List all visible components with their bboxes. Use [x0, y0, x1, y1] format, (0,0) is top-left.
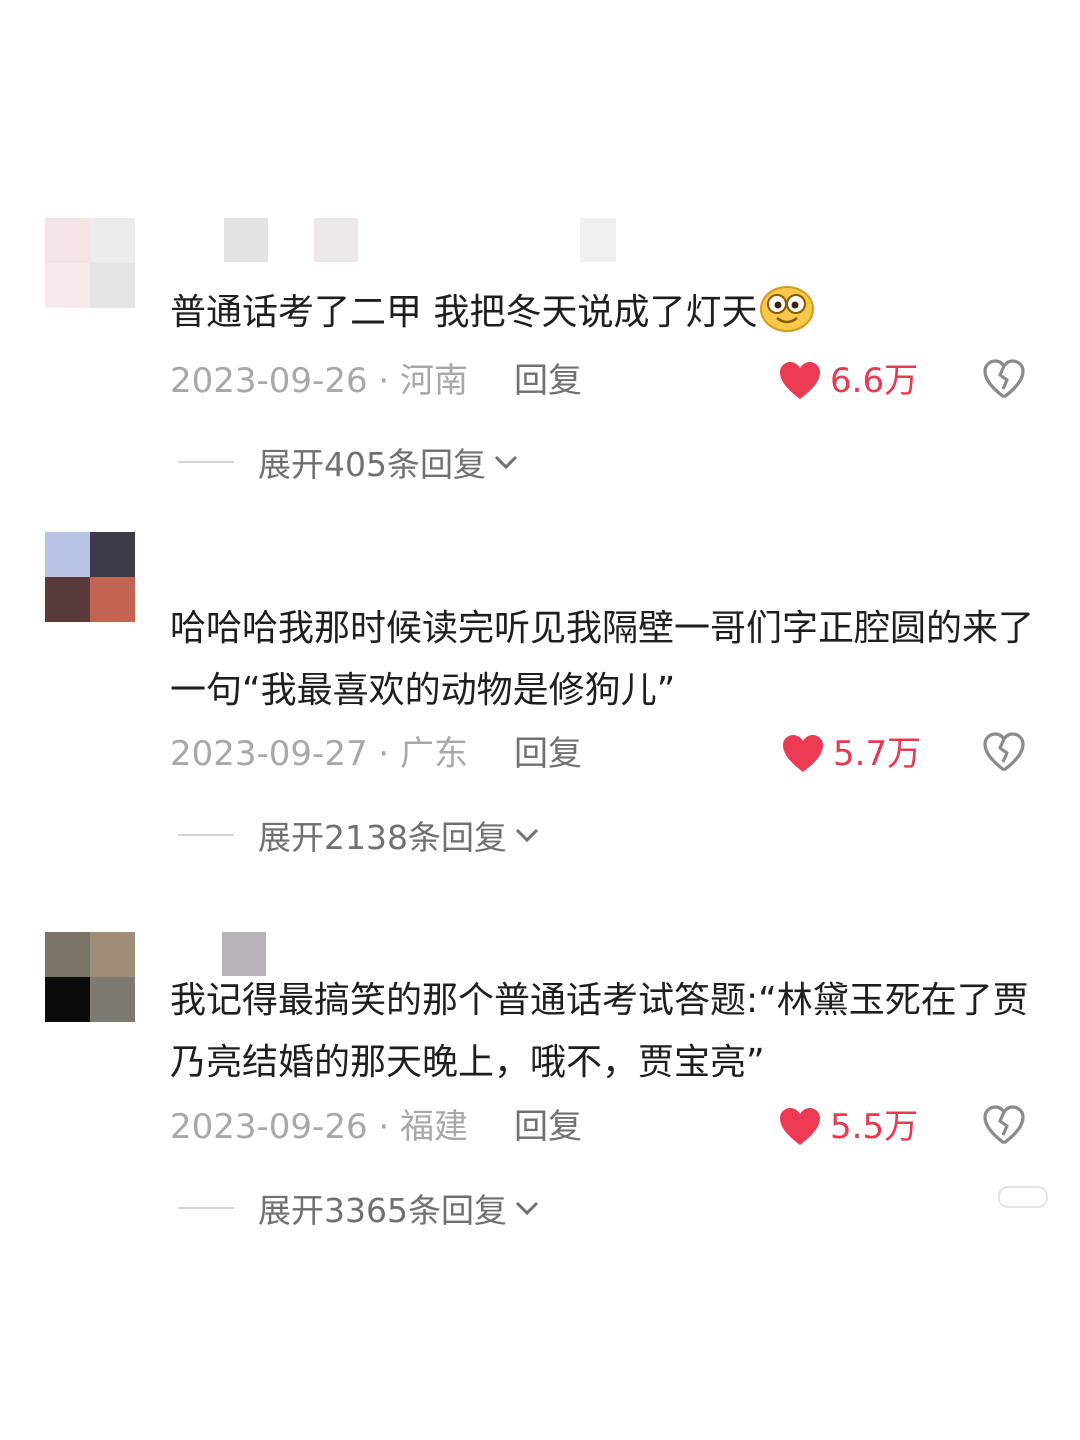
broken-heart-icon[interactable]: [982, 732, 1026, 774]
divider-line: [178, 834, 234, 836]
smile-emoji: [760, 286, 815, 332]
avatar[interactable]: [45, 218, 135, 308]
chevron-down-icon: [515, 1201, 539, 1216]
like-button[interactable]: 5.5万: [778, 1102, 918, 1152]
like-button[interactable]: 5.7万: [781, 729, 921, 779]
comment-text: 我记得最搞笑的那个普通话考试答题:“林黛玉死在了贾乃亮结婚的那天晚上，哦不，贾宝…: [170, 980, 1029, 1083]
expand-replies-label: 展开2138条回复: [258, 818, 507, 857]
like-count: 6.6万: [830, 361, 919, 401]
heart-filled-icon: [780, 1108, 820, 1145]
comment-text: 普通话考了二甲 我把冬天说成了灯天: [170, 282, 1040, 344]
comment-meta: 2023-09-26 · 河南 回复 6.6万: [170, 356, 1040, 406]
watermark: [884, 1186, 1054, 1226]
expand-replies-label: 展开3365条回复: [258, 1191, 507, 1230]
avatar[interactable]: [45, 532, 135, 622]
divider-line: [178, 461, 234, 463]
heart-filled-icon: [780, 362, 820, 399]
reply-button[interactable]: 回复: [514, 356, 582, 406]
reply-button[interactable]: 回复: [514, 1102, 582, 1152]
broken-heart-icon[interactable]: [982, 359, 1026, 401]
like-button[interactable]: 6.6万: [778, 356, 918, 406]
reply-button[interactable]: 回复: [514, 729, 582, 779]
comment-meta: 2023-09-27 · 广东 回复 5.7万: [170, 729, 1040, 779]
date-location: 2023-09-26 · 福建: [170, 1107, 469, 1147]
date-location: 2023-09-27 · 广东: [170, 734, 469, 774]
expand-replies-label: 展开405条回复: [258, 445, 486, 484]
expand-replies-button[interactable]: 展开2138条回复: [178, 810, 541, 860]
chevron-down-icon: [515, 828, 539, 843]
broken-heart-icon[interactable]: [982, 1105, 1026, 1147]
like-count: 5.7万: [833, 734, 922, 774]
date-location: 2023-09-26 · 河南: [170, 361, 469, 401]
expand-replies-button[interactable]: 展开405条回复: [178, 437, 520, 487]
heart-filled-icon: [783, 735, 823, 772]
like-count: 5.5万: [830, 1107, 919, 1147]
expand-replies-button[interactable]: 展开3365条回复: [178, 1183, 541, 1233]
comment-text: 哈哈哈我那时候读完听见我隔壁一哥们字正腔圆的来了一句“我最喜欢的动物是修狗儿”: [170, 608, 1035, 711]
divider-line: [178, 1207, 234, 1209]
avatar[interactable]: [45, 932, 135, 1022]
watermark-logo: [998, 1186, 1048, 1208]
chevron-down-icon: [494, 455, 518, 470]
username-blurred[interactable]: [188, 218, 628, 262]
comment-meta: 2023-09-26 · 福建 回复 5.5万: [170, 1102, 1040, 1152]
